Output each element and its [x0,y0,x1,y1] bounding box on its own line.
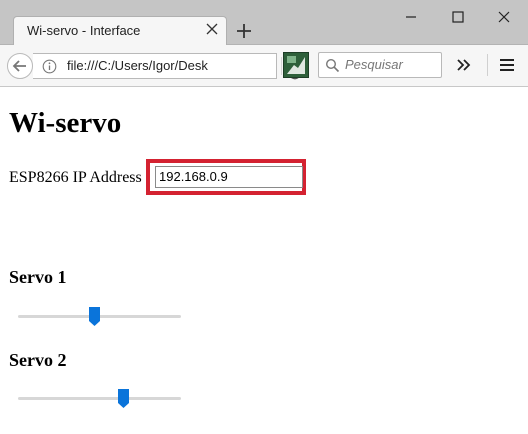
window-titlebar: Wi-servo - Interface [0,0,528,46]
ip-address-label: ESP8266 IP Address [9,169,142,186]
search-icon [325,58,340,73]
slider-thumb[interactable] [89,307,101,326]
servo-1-label: Servo 1 [9,267,67,287]
servo-1-slider[interactable] [18,307,181,326]
servo-2-label: Servo 2 [9,350,67,370]
maximize-icon[interactable] [447,6,469,28]
info-icon[interactable] [42,59,57,74]
slider-track [18,397,181,400]
servo-2-slider[interactable] [18,389,181,408]
url-text[interactable]: file:///C:/Users/Igor/Desk [67,58,208,73]
url-bar[interactable]: file:///C:/Users/Igor/Desk [33,53,302,80]
close-tab-icon[interactable] [203,20,221,38]
search-bar[interactable]: Pesquisar [318,52,442,78]
toolbar-divider [487,54,488,76]
hamburger-menu-icon[interactable] [497,55,517,75]
overflow-chevron-icon[interactable] [453,54,475,76]
browser-tab[interactable]: Wi-servo - Interface [13,16,227,46]
search-placeholder: Pesquisar [345,57,403,72]
extension-button[interactable] [283,52,309,78]
close-window-icon[interactable] [493,6,515,28]
minimize-icon[interactable] [400,6,422,28]
back-arrow-icon [12,60,26,72]
new-tab-icon[interactable] [234,21,254,41]
tab-title: Wi-servo - Interface [27,23,141,38]
back-button[interactable] [7,53,33,79]
ip-highlight-box: 192.168.0.9 [146,159,306,195]
page-content: Wi-servo ESP8266 IP Address 192.168.0.9 … [0,87,528,434]
extension-icon [287,56,305,74]
slider-thumb[interactable] [118,389,130,408]
page-title: Wi-servo [9,107,122,139]
navigation-toolbar: file:///C:/Users/Igor/Desk Pesquisar [0,45,528,87]
ip-address-input[interactable]: 192.168.0.9 [155,166,303,188]
